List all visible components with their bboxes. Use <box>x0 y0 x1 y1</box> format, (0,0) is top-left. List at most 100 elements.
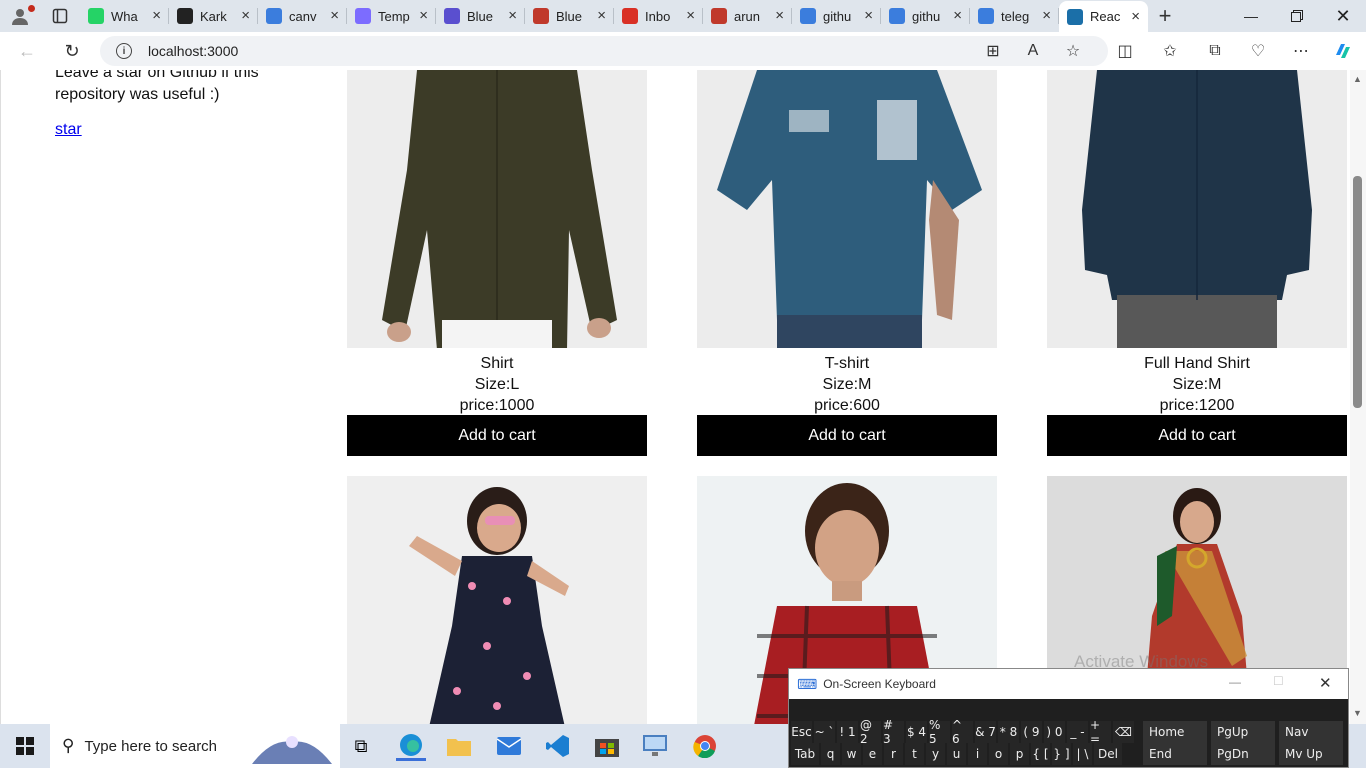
osk-key[interactable]: + = <box>1090 718 1111 746</box>
settings-more-button[interactable]: ⋯ <box>1288 38 1314 64</box>
control-panel-button[interactable] <box>640 731 670 761</box>
osk-maximize-button[interactable]: ☐ <box>1273 674 1284 688</box>
favorites-button[interactable]: ✩ <box>1157 38 1183 64</box>
osk-key[interactable]: ) 0 <box>1044 721 1065 743</box>
close-window-button[interactable]: ✕ <box>1320 0 1366 32</box>
osk-key[interactable]: _ - <box>1067 721 1088 743</box>
add-to-cart-button[interactable]: Add to cart <box>697 415 997 456</box>
favorite-button[interactable]: ☆ <box>1060 38 1086 64</box>
close-tab-icon[interactable]: × <box>241 8 250 23</box>
browser-tab[interactable]: Blue × <box>525 0 614 32</box>
osk-key[interactable]: End <box>1143 743 1207 765</box>
vertical-scrollbar[interactable]: ▲ ▼ <box>1350 70 1366 724</box>
task-view-button[interactable]: ⧉ <box>346 731 376 761</box>
store-button[interactable] <box>592 731 622 761</box>
close-tab-icon[interactable]: × <box>152 8 161 23</box>
browser-tab[interactable]: Reac × <box>1059 1 1148 32</box>
osk-key[interactable]: ~ ` <box>814 721 835 743</box>
osk-key[interactable]: ⌫ <box>1113 721 1134 743</box>
browser-tab[interactable]: Kark × <box>169 0 258 32</box>
osk-key[interactable]: q <box>821 743 840 765</box>
start-button[interactable] <box>10 731 40 761</box>
osk-key[interactable]: i <box>968 743 987 765</box>
osk-key[interactable]: # 3 <box>883 718 904 746</box>
close-tab-icon[interactable]: × <box>775 8 784 23</box>
osk-key[interactable]: r <box>884 743 903 765</box>
tab-actions-button[interactable] <box>40 0 80 32</box>
close-tab-icon[interactable]: × <box>597 8 606 23</box>
close-tab-icon[interactable]: × <box>419 8 428 23</box>
osk-key[interactable]: & 7 <box>975 721 996 743</box>
osk-key[interactable]: p <box>1010 743 1029 765</box>
scrollbar-thumb[interactable] <box>1353 176 1362 408</box>
mail-button[interactable] <box>494 731 524 761</box>
close-tab-icon[interactable]: × <box>686 8 695 23</box>
close-tab-icon[interactable]: × <box>330 8 339 23</box>
osk-key[interactable]: } ] <box>1052 743 1071 765</box>
osk-key[interactable]: Tab <box>791 743 819 765</box>
osk-key[interactable]: u <box>947 743 966 765</box>
osk-key[interactable]: o <box>989 743 1008 765</box>
file-explorer-button[interactable] <box>444 731 474 761</box>
profile-button[interactable] <box>0 0 40 32</box>
minimize-button[interactable]: — <box>1228 0 1274 32</box>
osk-key[interactable]: % 5 <box>929 718 950 746</box>
browser-tab[interactable]: Blue × <box>436 0 525 32</box>
osk-key[interactable]: t <box>905 743 924 765</box>
tab-label: Blue <box>556 8 583 24</box>
refresh-button[interactable]: ↻ <box>55 34 89 68</box>
osk-key[interactable]: Mv Up <box>1279 743 1343 765</box>
performance-button[interactable]: ♡ <box>1245 38 1271 64</box>
osk-key[interactable]: $ 4 <box>906 721 927 743</box>
star-link[interactable]: star <box>55 121 82 139</box>
edge-taskbar-button[interactable] <box>396 731 426 761</box>
copilot-button[interactable] <box>1330 38 1356 64</box>
osk-key[interactable]: @ 2 <box>860 718 881 746</box>
address-bar[interactable]: i localhost:3000 <box>100 36 1108 66</box>
browser-tab[interactable]: Wha × <box>80 0 169 32</box>
osk-key[interactable]: * 8 <box>998 721 1019 743</box>
close-tab-icon[interactable]: × <box>1042 8 1051 23</box>
back-button[interactable]: ← <box>10 34 44 68</box>
chrome-button[interactable] <box>690 731 720 761</box>
browser-tab[interactable]: Temp × <box>347 0 436 32</box>
close-tab-icon[interactable]: × <box>864 8 873 23</box>
osk-minimize-button[interactable]: — <box>1229 675 1241 689</box>
osk-key[interactable]: Del <box>1094 743 1122 765</box>
osk-key[interactable]: Home <box>1143 721 1207 743</box>
close-tab-icon[interactable]: × <box>953 8 962 23</box>
osk-key[interactable]: Esc <box>791 721 812 743</box>
new-tab-button[interactable]: + <box>1148 0 1182 32</box>
osk-key[interactable]: e <box>863 743 882 765</box>
osk-key[interactable]: ! 1 <box>837 721 858 743</box>
close-tab-icon[interactable]: × <box>508 8 517 23</box>
osk-key[interactable]: Nav <box>1279 721 1343 743</box>
osk-key[interactable]: ^ 6 <box>952 718 973 746</box>
osk-key[interactable]: PgDn <box>1211 743 1275 765</box>
browser-tab[interactable]: arun × <box>703 0 792 32</box>
osk-key[interactable]: { [ <box>1031 743 1050 765</box>
vscode-button[interactable] <box>543 731 573 761</box>
osk-key[interactable]: ( 9 <box>1021 721 1042 743</box>
browser-tab[interactable]: canv × <box>258 0 347 32</box>
collections-button[interactable]: ⧉ <box>1202 38 1228 64</box>
browser-tab[interactable]: teleg × <box>970 0 1059 32</box>
taskbar-search-box[interactable]: ⚲ Type here to search <box>50 724 340 768</box>
split-screen-button[interactable]: ◫ <box>1112 38 1138 64</box>
add-to-cart-button[interactable]: Add to cart <box>1047 415 1347 456</box>
browser-tab[interactable]: githu × <box>881 0 970 32</box>
osk-key[interactable]: w <box>842 743 861 765</box>
osk-key[interactable]: y <box>926 743 945 765</box>
browser-tab[interactable]: githu × <box>792 0 881 32</box>
osk-title-bar[interactable]: ⌨ On-Screen Keyboard — ☐ ✕ <box>789 669 1348 699</box>
add-to-cart-button[interactable]: Add to cart <box>347 415 647 456</box>
osk-close-button[interactable]: ✕ <box>1319 674 1332 692</box>
read-aloud-button[interactable]: A <box>1020 38 1046 64</box>
on-screen-keyboard[interactable]: ⌨ On-Screen Keyboard — ☐ ✕ Esc ~ `! 1 @ 2 #… <box>788 668 1349 768</box>
osk-key[interactable]: | \ <box>1073 743 1092 765</box>
restore-button[interactable] <box>1274 0 1320 32</box>
close-tab-icon[interactable]: × <box>1131 9 1140 24</box>
app-available-button[interactable]: ⊞ <box>980 38 1006 64</box>
osk-key[interactable]: PgUp <box>1211 721 1275 743</box>
browser-tab[interactable]: Inbo × <box>614 0 703 32</box>
